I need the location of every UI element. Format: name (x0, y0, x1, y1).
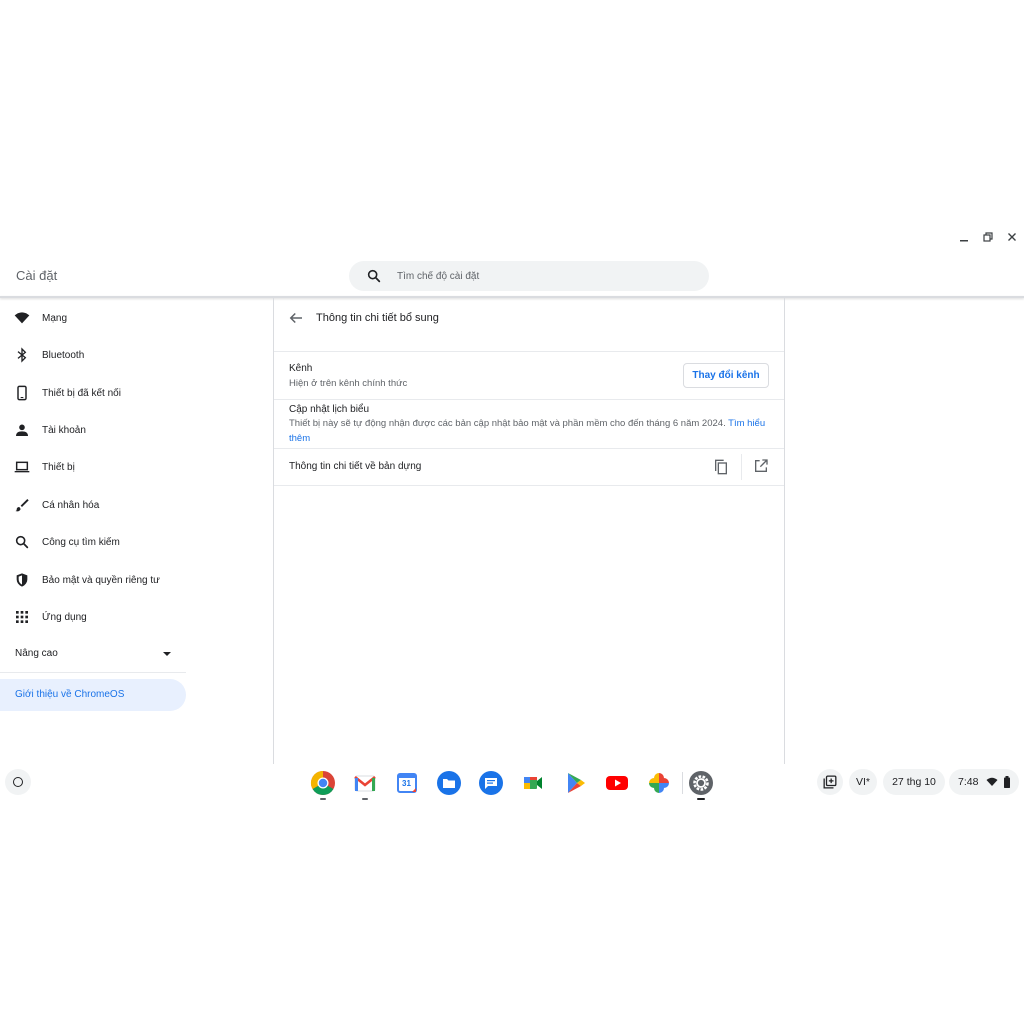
holding-space-icon (823, 775, 837, 789)
battery-icon (1004, 776, 1011, 788)
search-box[interactable] (349, 261, 709, 291)
row-divider (274, 448, 784, 449)
app-play-store[interactable] (562, 770, 588, 796)
update-schedule-title: Cập nhật lịch biểu (289, 404, 370, 415)
sidebar-item-label: Ứng dụng (42, 611, 87, 623)
sidebar-divider (0, 672, 186, 673)
brush-icon (15, 499, 29, 512)
open-in-new-icon[interactable] (753, 458, 769, 474)
sidebar-item-label: Thiết bị (42, 461, 75, 473)
meet-icon (524, 777, 542, 789)
date-tray[interactable]: 27 thg 10 (883, 769, 945, 795)
back-arrow-icon[interactable] (287, 309, 305, 327)
person-icon (16, 424, 28, 436)
app-youtube[interactable] (604, 770, 630, 796)
close-icon (1008, 233, 1016, 241)
sidebar-item-label: Tài khoản (42, 424, 86, 436)
sidebar-item-label: Cá nhân hóa (42, 499, 100, 511)
row-divider (274, 351, 784, 352)
messages-icon (479, 771, 503, 795)
sidebar-item-label: Bluetooth (42, 349, 85, 361)
close-button[interactable] (1003, 228, 1021, 246)
change-channel-button[interactable]: Thay đổi kênh (683, 363, 769, 388)
sidebar-advanced-toggle[interactable]: Nâng cao (0, 640, 186, 666)
update-schedule-subtitle: Thiết bị này sẽ tự động nhận được các bả… (289, 416, 769, 446)
minimize-icon (960, 240, 968, 242)
sidebar-item-bluetooth[interactable]: Bluetooth (0, 340, 186, 370)
chromeos-screen: Cài đặt Mạng Bluetooth Thiết bị đã kết n… (0, 0, 1024, 1024)
sidebar-item-connected-devices[interactable]: Thiết bị đã kết nối (0, 378, 186, 408)
shield-icon (16, 573, 28, 587)
search-icon (15, 535, 29, 549)
youtube-icon (606, 776, 628, 790)
sidebar-item-apps[interactable]: Ứng dụng (0, 602, 186, 632)
sidebar-item-search-engine[interactable]: Công cụ tìm kiếm (0, 527, 186, 557)
active-indicator (697, 798, 705, 800)
sidebar-item-label: Mạng (42, 312, 68, 324)
chrome-icon (310, 771, 335, 796)
clock: 7:48 (958, 776, 979, 788)
update-schedule-text: Thiết bị này sẽ tự động nhận được các bả… (289, 418, 726, 429)
restore-icon (983, 232, 993, 242)
channel-title: Kênh (289, 363, 313, 374)
app-gmail[interactable] (352, 770, 378, 800)
app-chrome[interactable] (310, 770, 336, 800)
photos-icon (649, 773, 669, 793)
tote-button[interactable] (817, 769, 843, 795)
running-indicator (320, 798, 326, 800)
minimize-button[interactable] (955, 228, 973, 246)
build-details-title: Thông tin chi tiết về bản dựng (289, 461, 422, 472)
caret-down-icon (163, 652, 171, 656)
app-files[interactable] (436, 770, 462, 796)
search-icon (367, 269, 381, 283)
row-divider (274, 399, 784, 400)
row-divider (274, 485, 784, 486)
calendar-day: 31 (402, 779, 411, 788)
app-settings[interactable] (688, 770, 714, 800)
app-title: Cài đặt (16, 268, 58, 283)
restore-button[interactable] (979, 228, 997, 246)
app-meet[interactable] (520, 770, 546, 796)
wifi-icon (14, 312, 30, 324)
settings-icon (689, 771, 713, 795)
bluetooth-icon (17, 347, 27, 363)
sidebar-item-personalization[interactable]: Cá nhân hóa (0, 490, 186, 520)
launcher-button[interactable] (5, 769, 31, 795)
sidebar-item-privacy[interactable]: Bảo mật và quyền riêng tư (0, 565, 186, 595)
phone-icon (17, 385, 27, 401)
ime-indicator[interactable]: VI* (849, 769, 877, 795)
files-icon (437, 771, 461, 795)
sidebar-item-label: Giới thiệu về ChromeOS (15, 689, 125, 700)
app-messages[interactable] (478, 770, 504, 796)
page-title: Thông tin chi tiết bổ sung (316, 312, 439, 324)
sidebar-item-device[interactable]: Thiết bị (0, 452, 186, 482)
running-indicator (362, 798, 368, 800)
app-calendar[interactable]: 31 (394, 770, 420, 796)
sidebar-item-network[interactable]: Mạng (0, 303, 186, 333)
sidebar-item-label: Thiết bị đã kết nối (42, 387, 121, 399)
sidebar-item-about-chromeos[interactable]: Giới thiệu về ChromeOS (0, 679, 186, 711)
play-store-icon (568, 773, 585, 793)
copy-icon[interactable] (713, 459, 729, 475)
laptop-icon (14, 461, 30, 473)
app-photos[interactable] (646, 770, 672, 796)
sidebar-item-accounts[interactable]: Tài khoản (0, 415, 186, 445)
advanced-label: Nâng cao (15, 648, 58, 659)
sidebar-item-label: Bảo mật và quyền riêng tư (42, 574, 160, 586)
wifi-icon (986, 777, 998, 786)
search-input[interactable] (397, 261, 697, 291)
shelf-separator (682, 772, 683, 794)
gmail-icon (354, 775, 376, 792)
apps-grid-icon (16, 611, 28, 623)
icon-separator (741, 454, 742, 480)
sidebar-item-label: Công cụ tìm kiếm (42, 536, 120, 548)
status-tray[interactable]: 7:48 (949, 769, 1019, 795)
